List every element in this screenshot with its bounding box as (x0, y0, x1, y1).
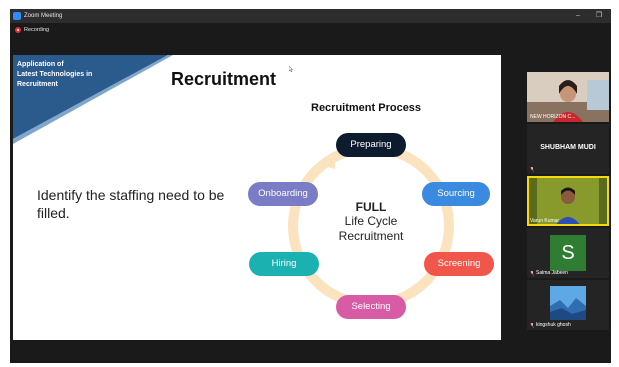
participant-tile[interactable]: kingshuk ghosh (527, 280, 609, 330)
center-line-lifecycle: Life Cycle (344, 214, 398, 228)
step-sourcing: Sourcing (422, 182, 490, 206)
maximize-button[interactable]: ❐ (590, 9, 608, 23)
window-title: Zoom Meeting (24, 13, 63, 19)
cycle-center-label: FULL Life Cycle Recruitment (313, 200, 429, 244)
participant-name: kingshuk ghosh (536, 322, 571, 328)
participant-tile-active-speaker[interactable]: Varun Kumar (527, 176, 609, 226)
participant-name: NEW HORIZON C... (530, 114, 576, 120)
participant-name: Salma Jabeen (536, 270, 568, 276)
step-onboarding: Onboarding (248, 182, 318, 206)
zoom-window: Zoom Meeting – ❐ Recording Application o… (10, 9, 611, 363)
mic-muted-icon (530, 271, 534, 276)
step-preparing: Preparing (336, 133, 406, 157)
participant-tile[interactable]: S Salma Jabeen (527, 228, 609, 278)
step-selecting: Selecting (336, 295, 406, 319)
title-bar: Zoom Meeting – ❐ (10, 9, 611, 23)
step-screening: Screening (424, 252, 494, 276)
mic-muted-icon (530, 323, 534, 328)
participant-tile[interactable]: NEW HORIZON C... (527, 72, 609, 122)
participant-name: SHUBHAM MUDI (540, 144, 596, 151)
recording-label: Recording (24, 27, 50, 33)
participant-name: Varun Kumar (530, 218, 560, 224)
step-hiring: Hiring (249, 252, 319, 276)
center-line-recruitment: Recruitment (338, 229, 404, 243)
participant-avatar-image (550, 286, 586, 320)
participant-tile[interactable]: SHUBHAM MUDI (527, 124, 609, 174)
minimize-button[interactable]: – (569, 9, 587, 23)
participant-avatar: S (550, 235, 586, 271)
record-icon (15, 27, 21, 33)
shared-screen-slide: Application of Latest Technologies in Re… (13, 55, 501, 340)
mic-muted-icon (530, 167, 534, 172)
zoom-app-icon (13, 12, 21, 20)
center-line-full: FULL (355, 200, 387, 214)
